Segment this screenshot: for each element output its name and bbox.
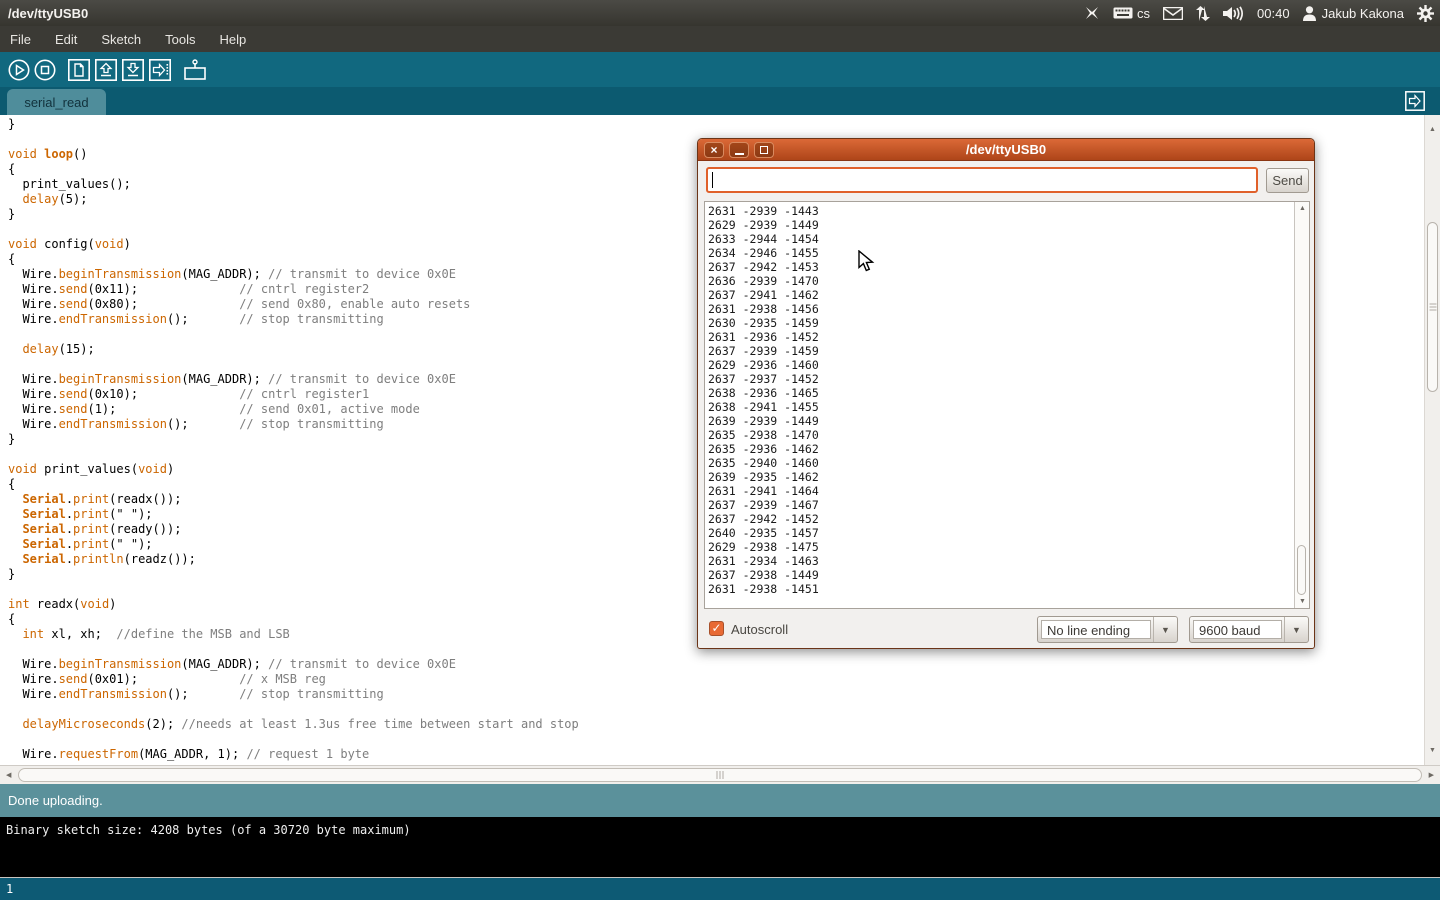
menu-bar: File Edit Sketch Tools Help (0, 26, 1440, 52)
volume-icon[interactable] (1223, 6, 1244, 21)
username-label[interactable]: Jakub Kakona (1322, 6, 1404, 21)
window-title: /dev/ttyUSB0 (8, 6, 88, 21)
mail-icon[interactable] (1163, 7, 1183, 20)
menu-help[interactable]: Help (219, 32, 246, 47)
tab-menu-button[interactable] (1404, 90, 1426, 112)
serial-monitor-titlebar[interactable]: × /dev/ttyUSB0 (698, 139, 1314, 161)
save-button[interactable] (122, 59, 144, 81)
autoscroll-label[interactable]: Autoscroll (731, 622, 788, 637)
user-icon (1303, 6, 1316, 21)
chevron-down-icon[interactable]: ▼ (1284, 617, 1308, 642)
indicator-x-icon[interactable] (1084, 6, 1100, 20)
mouse-cursor (858, 250, 875, 278)
scroll-right-icon[interactable]: ▶ (1429, 772, 1434, 779)
menu-edit[interactable]: Edit (55, 32, 77, 47)
console-output: Binary sketch size: 4208 bytes (of a 307… (0, 817, 1440, 837)
line-number: 1 (6, 882, 13, 896)
arduino-ide-screen: /dev/ttyUSB0 cs 00:40 (0, 0, 1440, 900)
send-button[interactable]: Send (1266, 168, 1309, 193)
editor-vertical-scrollbar[interactable]: ▲ ▼ (1424, 115, 1440, 765)
line-ending-value: No line ending (1041, 620, 1151, 639)
chevron-down-icon[interactable]: ▼ (1153, 617, 1177, 642)
window-titlebar: /dev/ttyUSB0 cs 00:40 (0, 0, 1440, 26)
serial-monitor-controls: ✓ Autoscroll No line ending ▼ 9600 baud … (698, 611, 1314, 648)
tab-bar: serial_read (0, 87, 1440, 115)
line-ending-select[interactable]: No line ending ▼ (1037, 616, 1178, 643)
baud-rate-select[interactable]: 9600 baud ▼ (1189, 616, 1309, 643)
keyboard-layout-label[interactable]: cs (1137, 6, 1150, 21)
horizontal-scroll-thumb[interactable] (18, 768, 1422, 782)
new-sketch-button[interactable] (68, 59, 90, 81)
vertical-scroll-thumb[interactable] (1427, 222, 1438, 392)
menu-tools[interactable]: Tools (165, 32, 195, 47)
serial-monitor-window: × /dev/ttyUSB0 Send 2631 -2939 -1443 262… (697, 138, 1315, 649)
session-gear-icon[interactable] (1417, 5, 1434, 22)
serial-scroll-thumb[interactable] (1297, 545, 1306, 595)
baud-rate-value: 9600 baud (1193, 620, 1282, 639)
keyboard-icon[interactable] (1113, 7, 1133, 19)
tab-serial-read[interactable]: serial_read (7, 89, 106, 115)
scroll-left-icon[interactable]: ◀ (6, 772, 11, 779)
serial-scrollbar[interactable]: ▲ ▼ (1294, 202, 1309, 608)
clock[interactable]: 00:40 (1257, 6, 1290, 21)
scroll-up-icon[interactable]: ▲ (1429, 126, 1436, 133)
build-console: Binary sketch size: 4208 bytes (of a 307… (0, 817, 1440, 878)
text-caret (712, 172, 713, 188)
editor-horizontal-scrollbar[interactable]: ◀ ▶ (0, 765, 1440, 784)
scroll-down-icon[interactable]: ▼ (1429, 747, 1436, 754)
serial-scroll-up-icon[interactable]: ▲ (1299, 205, 1306, 212)
line-indicator-bar: 1 (0, 878, 1440, 900)
serial-send-input[interactable] (706, 167, 1258, 193)
menu-sketch[interactable]: Sketch (101, 32, 141, 47)
serial-monitor-button[interactable] (183, 59, 207, 81)
toolbar (0, 52, 1440, 87)
serial-output-area[interactable]: 2631 -2939 -1443 2629 -2939 -1449 2633 -… (704, 201, 1310, 609)
upload-button[interactable] (149, 59, 171, 81)
system-tray: cs 00:40 Jakub Kakona (1084, 0, 1434, 26)
menu-file[interactable]: File (10, 32, 31, 47)
serial-monitor-body: Send 2631 -2939 -1443 2629 -2939 -1449 2… (698, 161, 1314, 648)
autoscroll-checkbox[interactable]: ✓ (709, 621, 724, 636)
status-message: Done uploading. (8, 793, 103, 808)
serial-output: 2631 -2939 -1443 2629 -2939 -1449 2633 -… (708, 204, 1293, 596)
stop-button[interactable] (34, 59, 56, 81)
verify-button[interactable] (8, 59, 30, 81)
open-button[interactable] (95, 59, 117, 81)
serial-monitor-title: /dev/ttyUSB0 (698, 142, 1314, 157)
network-arrows-icon[interactable] (1196, 6, 1210, 21)
serial-scroll-down-icon[interactable]: ▼ (1299, 598, 1306, 605)
status-bar: Done uploading. (0, 784, 1440, 817)
tab-label: serial_read (24, 95, 88, 110)
